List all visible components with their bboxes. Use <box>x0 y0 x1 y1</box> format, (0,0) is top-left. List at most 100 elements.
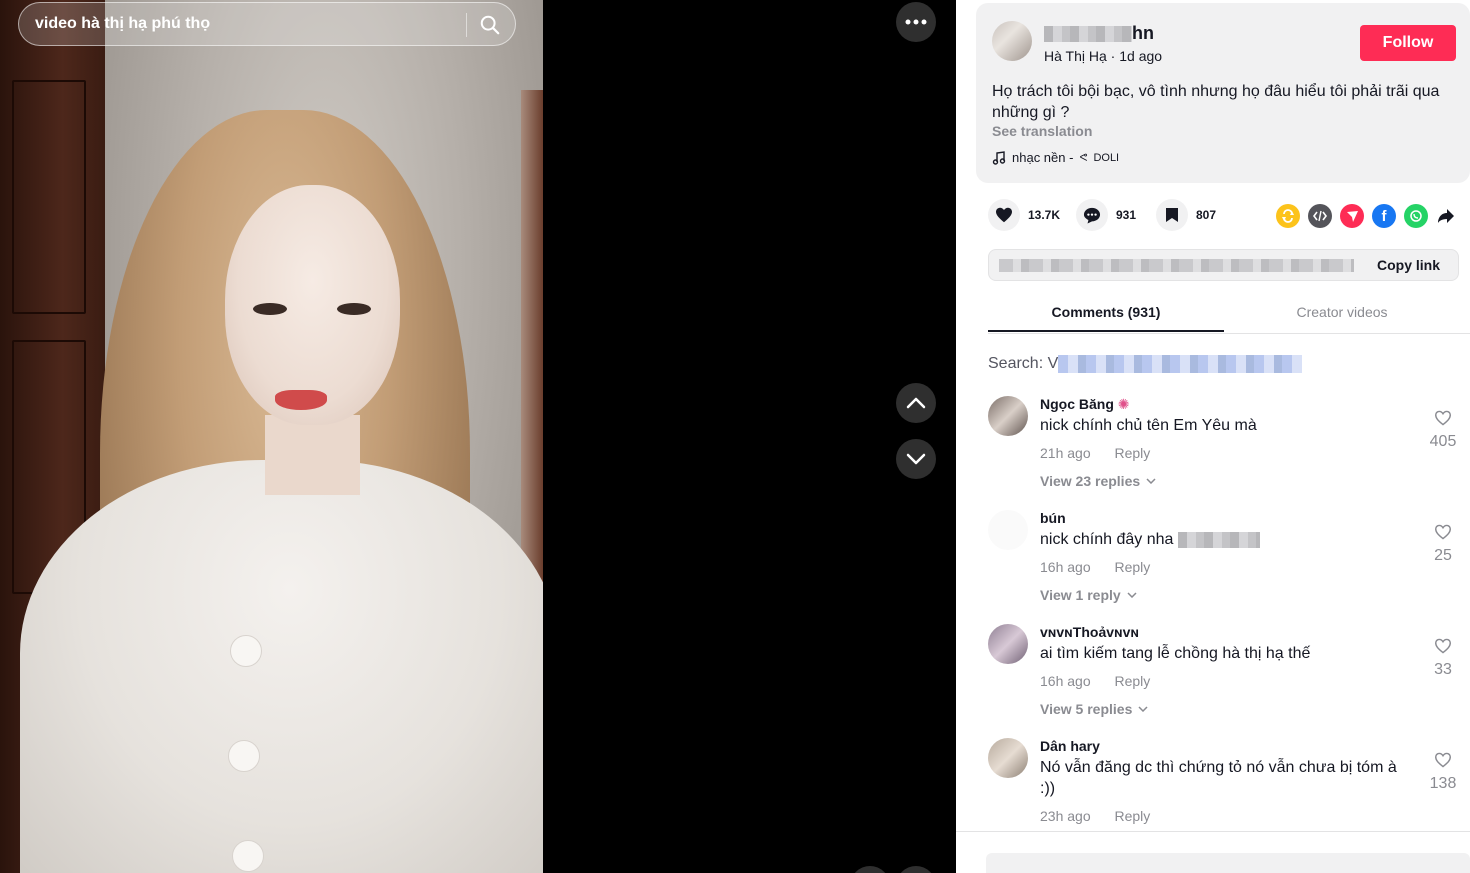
video-control-button[interactable] <box>896 866 936 873</box>
video-subject-neck <box>265 415 360 495</box>
more-dots-icon <box>905 19 927 25</box>
commenter-avatar[interactable] <box>988 510 1028 550</box>
copy-link-button[interactable]: Copy link <box>1377 257 1440 273</box>
search-divider <box>466 13 467 37</box>
commenter-name[interactable]: Ngọc Băng ✺ <box>1040 396 1130 413</box>
music-title: nhạc nền - <box>1012 150 1074 165</box>
commenter-avatar[interactable] <box>988 396 1028 436</box>
more-options-button[interactable] <box>896 2 936 42</box>
view-replies-button[interactable]: View 1 reply <box>1040 587 1137 603</box>
comment-time: 23h ago <box>1040 808 1091 824</box>
chevron-down-icon <box>1146 478 1156 484</box>
comment-like[interactable]: 33 <box>1428 638 1458 679</box>
repost-button[interactable] <box>1276 204 1300 228</box>
like-count: 13.7K <box>1028 208 1061 222</box>
video-control-button[interactable] <box>850 866 890 873</box>
save-count: 807 <box>1196 208 1217 222</box>
commenter-name[interactable]: ᴠɴᴠɴThoảᴠɴᴠɴ <box>1040 624 1139 640</box>
video-player[interactable]: video hà thị hạ phú thọ <box>0 0 956 873</box>
commenter-avatar[interactable] <box>988 624 1028 664</box>
commenter-avatar[interactable] <box>988 738 1028 778</box>
comment-button[interactable] <box>1076 199 1108 231</box>
video-link-box[interactable]: Copy link <box>988 249 1459 281</box>
tab-comments[interactable]: Comments (931) <box>988 304 1224 320</box>
embed-button[interactable] <box>1308 204 1332 228</box>
comment-search-suggestion[interactable]: Search: V <box>988 355 1303 373</box>
save-action[interactable]: 807 <box>1156 199 1216 231</box>
author-username[interactable]: hn <box>1044 23 1154 44</box>
post-caption: Họ trách tôi bội bạc, vô tình nhưng họ đ… <box>992 83 1440 121</box>
video-subject-lips <box>275 390 327 410</box>
reply-button[interactable]: Reply <box>1115 808 1151 824</box>
search-icon[interactable] <box>479 14 501 36</box>
search-input[interactable]: video hà thị hạ phú thọ <box>35 15 210 33</box>
comment-search-label: Search: V <box>988 355 1059 373</box>
music-note-icon <box>992 150 1006 165</box>
author-nickname: Hà Thị Hạ <box>1044 48 1107 64</box>
view-replies-button[interactable]: View 23 replies <box>1040 473 1156 489</box>
send-to-friends-button[interactable] <box>1340 204 1364 228</box>
comment-item: ᴠɴᴠɴThoảᴠɴᴠɴ ai tìm kiếm tang lễ chồng h… <box>988 624 1458 724</box>
commenter-name[interactable]: bún <box>1040 510 1066 526</box>
music-artist-glyph-icon: ᕙ <box>1079 152 1088 164</box>
details-panel: hn Hà Thị Hạ · 1d ago Follow Họ trách tô… <box>956 0 1470 873</box>
heart-outline-icon <box>1434 638 1452 654</box>
previous-video-button[interactable] <box>896 383 936 423</box>
save-button[interactable] <box>1156 199 1188 231</box>
like-action[interactable]: 13.7K <box>988 199 1060 231</box>
follow-button[interactable]: Follow <box>1360 25 1456 61</box>
video-subject-shirt <box>20 460 543 873</box>
comment-text: nick chính chủ tên Em Yêu mà <box>1040 417 1257 434</box>
comment-action[interactable]: 931 <box>1076 199 1136 231</box>
active-tab-indicator <box>988 330 1224 332</box>
chevron-down-icon <box>906 453 926 465</box>
repost-icon <box>1282 209 1294 223</box>
comment-like[interactable]: 138 <box>1428 752 1458 793</box>
comment-like-count: 25 <box>1434 547 1452 564</box>
heart-outline-icon <box>1434 410 1452 426</box>
comment-bubble-icon <box>1083 207 1101 224</box>
video-subject-face <box>225 185 400 425</box>
next-video-button[interactable] <box>896 439 936 479</box>
comment-count: 931 <box>1116 208 1137 222</box>
music-link[interactable]: nhạc nền - ᕙ DOLI <box>992 150 1119 165</box>
comment-meta: 16h ago Reply <box>1040 673 1150 689</box>
more-share-button[interactable] <box>1434 204 1458 228</box>
reply-button[interactable]: Reply <box>1115 673 1151 689</box>
divider <box>956 831 1470 832</box>
post-info-card: hn Hà Thị Hạ · 1d ago Follow Họ trách tô… <box>976 3 1470 183</box>
share-arrow-icon <box>1438 209 1454 223</box>
comment-text: ai tìm kiếm tang lễ chồng hà thị hạ thế <box>1040 645 1311 662</box>
comment-time: 16h ago <box>1040 673 1091 689</box>
commenter-name[interactable]: Dân hary <box>1040 738 1100 754</box>
like-button[interactable] <box>988 199 1020 231</box>
reply-button[interactable]: Reply <box>1115 445 1151 461</box>
see-translation-link[interactable]: See translation <box>992 123 1092 139</box>
video-link-redacted <box>999 259 1354 272</box>
music-artist: DOLI <box>1093 151 1120 164</box>
whatsapp-share-button[interactable] <box>1404 204 1428 228</box>
comment-item: Ngọc Băng ✺ nick chính chủ tên Em Yêu mà… <box>988 396 1458 496</box>
comment-like[interactable]: 25 <box>1428 524 1458 565</box>
facebook-icon: f <box>1381 207 1387 225</box>
comment-item: bún nick chính đây nha 16h ago Reply Vie… <box>988 510 1458 610</box>
video-frame[interactable]: video hà thị hạ phú thọ <box>0 0 543 873</box>
chevron-down-icon <box>1138 706 1148 712</box>
tab-creator-videos[interactable]: Creator videos <box>1224 304 1460 320</box>
search-term-redacted <box>1058 355 1303 373</box>
comment-item: Dân hary Nó vẫn đăng dc thì chứng tỏ nó … <box>988 738 1458 828</box>
author-avatar[interactable] <box>992 21 1032 61</box>
send-arrow-icon <box>1346 210 1358 222</box>
embed-code-icon <box>1313 210 1327 222</box>
add-comment-box[interactable] <box>986 853 1470 873</box>
comment-like[interactable]: 405 <box>1428 410 1458 451</box>
chevron-down-icon <box>1127 592 1137 598</box>
facebook-share-button[interactable]: f <box>1372 204 1396 228</box>
reply-button[interactable]: Reply <box>1115 559 1151 575</box>
search-bar[interactable]: video hà thị hạ phú thọ <box>18 2 516 46</box>
comment-like-count: 405 <box>1429 433 1457 450</box>
view-replies-button[interactable]: View 5 replies <box>1040 701 1148 717</box>
sparkle-emoji-icon: ✺ <box>1117 396 1130 412</box>
post-time: 1d ago <box>1119 48 1163 64</box>
video-background-doorframe <box>521 90 543 610</box>
